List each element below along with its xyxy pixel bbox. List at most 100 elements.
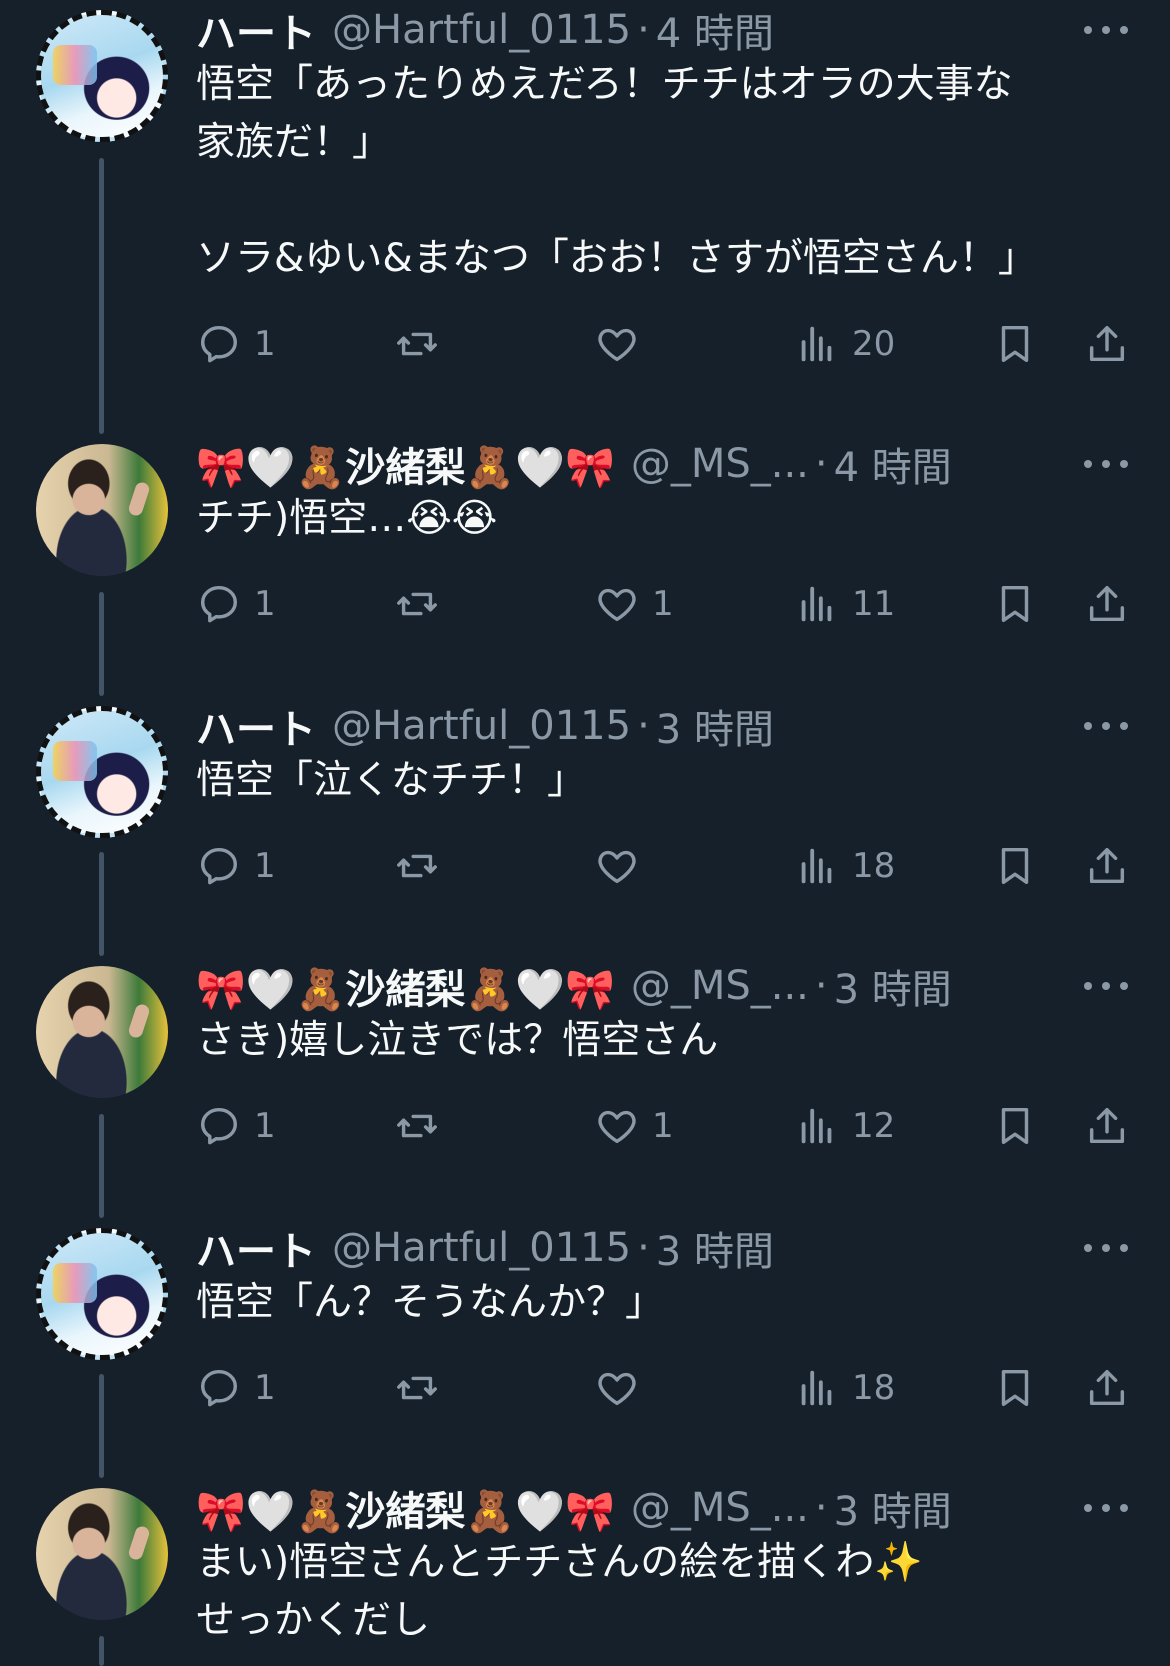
display-name[interactable]: 🎀🤍🧸沙緒梨🧸🤍🎀 [196,957,615,1015]
reply-button[interactable]: 1 [196,574,276,634]
share-icon [1089,1369,1125,1406]
more-icon[interactable] [1084,956,1128,1016]
bookmark-button[interactable] [992,314,1038,374]
like-button[interactable] [594,836,652,896]
reply-button[interactable]: 1 [196,1358,276,1418]
reply-button[interactable]: 1 [196,314,276,374]
tweet[interactable]: ハート @Hartful_0115 · 3 時間 悟空「泣くなチチ！」 1 18 [0,696,1170,956]
separator: · [814,963,828,1009]
more-icon[interactable] [1084,1478,1128,1538]
retweet-button[interactable] [394,314,452,374]
like-button[interactable]: 1 [594,574,674,634]
retweet-button[interactable] [394,1096,452,1156]
separator: · [814,1485,828,1531]
heart-icon [598,588,636,622]
bookmark-button[interactable] [992,1096,1038,1156]
share-button[interactable] [1084,574,1130,634]
tweet-header: ハート @Hartful_0115 · 4 時間 [196,0,1150,60]
like-button[interactable]: 1 [594,1096,674,1156]
heart-icon [598,1110,636,1144]
display-name[interactable]: 🎀🤍🧸沙緒梨🧸🤍🎀 [196,1479,615,1537]
tweet-text: チチ)悟空…😭😭 [196,496,498,541]
bookmark-icon [1001,325,1029,363]
handle[interactable]: @_MS_... [631,441,809,487]
retweet-icon [397,1376,437,1400]
views-count: 12 [852,1106,896,1146]
views-count: 11 [852,584,896,624]
bookmark-button[interactable] [992,1358,1038,1418]
bookmark-icon [1001,1369,1029,1407]
tweet-header: 🎀🤍🧸沙緒梨🧸🤍🎀 @_MS_... · 3 時間 [196,956,1150,1016]
tweet-header: ハート @Hartful_0115 · 3 時間 [196,696,1150,756]
like-button[interactable] [594,1358,652,1418]
reply-icon [200,847,238,885]
bookmark-icon [1001,1107,1029,1145]
more-icon[interactable] [1084,434,1128,494]
handle[interactable]: @Hartful_0115 [332,7,631,53]
share-button[interactable] [1084,314,1130,374]
timestamp[interactable]: 4 時間 [656,1,774,59]
like-button[interactable] [594,314,652,374]
like-count: 1 [652,584,674,624]
tweet-header: 🎀🤍🧸沙緒梨🧸🤍🎀 @_MS_... · 4 時間 [196,434,1150,494]
tweet[interactable]: 🎀🤍🧸沙緒梨🧸🤍🎀 @_MS_... · 3 時間 まい)悟空さんとチチさんの絵… [0,1478,1170,1660]
retweet-icon [397,1114,437,1138]
share-button[interactable] [1084,1358,1130,1418]
tweet[interactable]: ハート @Hartful_0115 · 4 時間 悟空「あったりめえだろ！チチは… [0,0,1170,400]
display-name[interactable]: ハート [196,1,316,59]
reply-count: 1 [254,584,276,624]
avatar[interactable] [36,1228,168,1360]
reply-count: 1 [254,324,276,364]
display-name[interactable]: ハート [196,697,316,755]
handle[interactable]: @_MS_... [631,1485,809,1531]
separator: · [637,1225,650,1271]
views-icon [801,326,832,362]
reply-button[interactable]: 1 [196,1096,276,1156]
bookmark-button[interactable] [992,574,1038,634]
handle[interactable]: @_MS_... [631,963,809,1009]
retweet-button[interactable] [394,836,452,896]
more-icon[interactable] [1084,1218,1128,1278]
retweet-button[interactable] [394,1358,452,1418]
share-button[interactable] [1084,836,1130,896]
more-icon[interactable] [1084,0,1128,60]
avatar[interactable] [36,966,168,1098]
views-button[interactable]: 11 [794,574,895,634]
avatar[interactable] [36,444,168,576]
tweet-text: 悟空「ん？そうなんか？」 [196,1280,665,1325]
tweet-text: 悟空「あったりめえだろ！チチはオラの大事な 家族だ！」 ソラ&ゆい&まなつ「おお… [196,62,1037,281]
share-button[interactable] [1084,1096,1130,1156]
display-name[interactable]: ハート [196,1219,316,1277]
timestamp[interactable]: 3 時間 [834,1479,952,1537]
like-count: 1 [652,1106,674,1146]
views-icon [801,586,832,622]
tweet[interactable]: 🎀🤍🧸沙緒梨🧸🤍🎀 @_MS_... · 3 時間 さき)嬉し泣きでは？悟空さん… [0,956,1170,1216]
reply-count: 1 [254,1106,276,1146]
tweet[interactable]: ハート @Hartful_0115 · 3 時間 悟空「ん？そうなんか？」 1 … [0,1218,1170,1478]
bookmark-button[interactable] [992,836,1038,896]
handle[interactable]: @Hartful_0115 [332,1225,631,1271]
more-icon[interactable] [1084,696,1128,756]
timestamp[interactable]: 3 時間 [656,697,774,755]
timestamp[interactable]: 3 時間 [656,1219,774,1277]
avatar[interactable] [36,10,168,142]
tweet-header: 🎀🤍🧸沙緒梨🧸🤍🎀 @_MS_... · 3 時間 [196,1478,1150,1538]
avatar[interactable] [36,706,168,838]
views-button[interactable]: 18 [794,836,895,896]
views-button[interactable]: 12 [794,1096,895,1156]
avatar[interactable] [36,1488,168,1620]
display-name[interactable]: 🎀🤍🧸沙緒梨🧸🤍🎀 [196,435,615,493]
views-button[interactable]: 20 [794,314,895,374]
timestamp[interactable]: 4 時間 [834,435,952,493]
handle[interactable]: @Hartful_0115 [332,703,631,749]
reply-button[interactable]: 1 [196,836,276,896]
views-button[interactable]: 18 [794,1358,895,1418]
reply-count: 1 [254,1368,276,1408]
share-icon [1089,1107,1125,1144]
tweet[interactable]: 🎀🤍🧸沙緒梨🧸🤍🎀 @_MS_... · 4 時間 チチ)悟空…😭😭 1 1 1… [0,434,1170,694]
tweet-text: まい)悟空さんとチチさんの絵を描くわ✨ せっかくだし [196,1540,923,1643]
reply-icon [200,585,238,623]
retweet-button[interactable] [394,574,452,634]
retweet-icon [397,592,437,616]
timestamp[interactable]: 3 時間 [834,957,952,1015]
